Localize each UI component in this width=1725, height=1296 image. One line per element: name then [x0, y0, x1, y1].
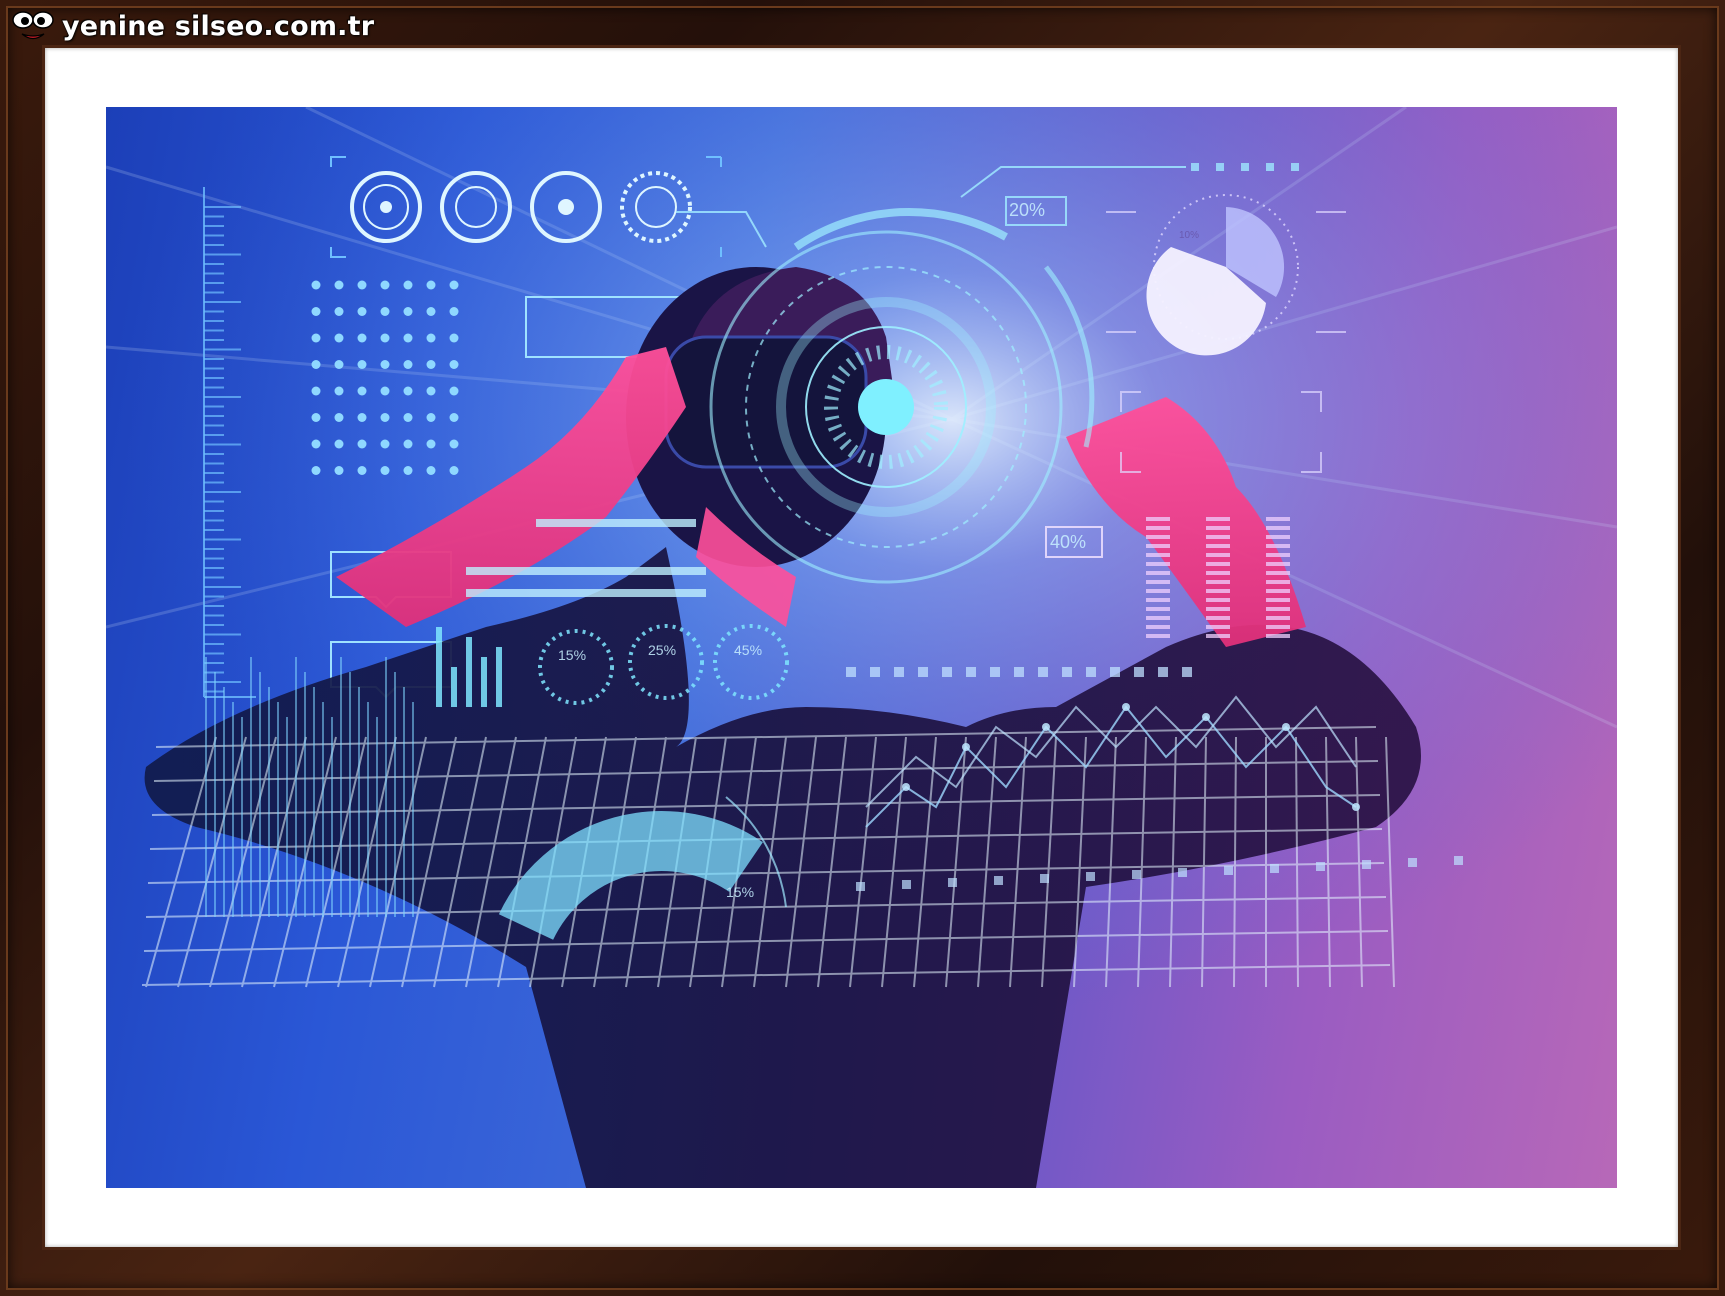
vr-scene-illustration — [106, 107, 1617, 1188]
gauge-label: 15% — [726, 884, 755, 900]
vr-headset-photo: 20% 40% 10% 15% 25% 45% 15% — [106, 107, 1617, 1188]
hud-label-top: 20% — [1009, 200, 1046, 220]
ring-label-a: 15% — [558, 647, 587, 663]
watermark-site-text: yenine silseo.com.tr — [62, 10, 375, 42]
ring-label-c: 45% — [734, 642, 763, 658]
ring-label-b: 25% — [648, 642, 677, 658]
pie-label: 10% — [1179, 230, 1200, 241]
hud-label-mid: 40% — [1050, 532, 1087, 552]
cartoon-eyes-logo-icon — [12, 11, 54, 40]
picture-frame: yenine silseo.com.tr 20% 40% 10% 15% 25%… — [0, 0, 1725, 1296]
watermark: yenine silseo.com.tr — [10, 6, 374, 46]
